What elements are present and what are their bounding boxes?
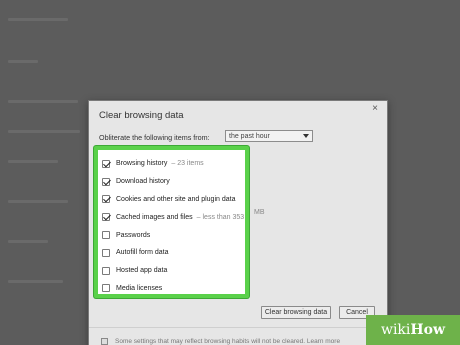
clear-browsing-data-button[interactable]: Clear browsing data — [261, 306, 331, 319]
watermark-wiki: wiki — [380, 322, 411, 338]
wikihow-watermark: wiki How — [366, 315, 460, 345]
checklist-item-label: Cached images and files — [116, 213, 193, 221]
checklist-item-label: Browsing history — [116, 160, 168, 168]
cache-size-overflow-note: MB — [254, 209, 265, 216]
checkbox[interactable] — [102, 248, 110, 257]
background-line — [8, 200, 68, 203]
time-range-value: the past hour — [229, 132, 270, 140]
checklist-item-label: Download history — [116, 178, 170, 186]
dialog-title: Clear browsing data — [99, 110, 184, 121]
checklist-item-autofill[interactable]: Autofill form data — [102, 244, 241, 262]
checkbox[interactable] — [102, 177, 110, 186]
watermark-how: How — [410, 322, 446, 338]
footer-divider — [89, 327, 387, 328]
clear-browsing-data-dialog: Clear browsing data × Obliterate the fol… — [88, 100, 388, 345]
checklist-item-browsing-history[interactable]: Browsing history – 23 items — [102, 155, 241, 173]
time-range-select[interactable]: the past hour — [225, 130, 313, 142]
background-line — [8, 130, 80, 133]
obliterate-label: Obliterate the following items from: — [99, 132, 210, 142]
footer-text: Some settings that may reflect browsing … — [115, 338, 341, 345]
checklist-item-media-licenses[interactable]: Media licenses — [102, 280, 241, 298]
checklist-item-hosted-app-data[interactable]: Hosted app data — [102, 262, 241, 280]
checklist-item-cookies[interactable]: Cookies and other site and plugin data — [102, 191, 241, 209]
checkbox[interactable] — [102, 231, 110, 240]
background-line — [8, 18, 68, 21]
checklist-item-label: Media licenses — [116, 284, 163, 292]
chevron-down-icon — [303, 134, 309, 138]
checklist-item-note: – less than 353 — [196, 213, 245, 221]
checkbox[interactable] — [102, 213, 110, 222]
background-line — [8, 240, 48, 243]
background-line — [8, 60, 38, 63]
checklist-item-download-history[interactable]: Download history — [102, 173, 241, 191]
checkbox[interactable] — [102, 266, 110, 275]
background-line — [8, 280, 63, 283]
checklist-item-label: Hosted app data — [116, 267, 168, 275]
checklist-item-label: Passwords — [116, 231, 151, 239]
checkbox[interactable] — [102, 195, 110, 204]
checklist-item-note: – 23 items — [171, 160, 204, 168]
background-line — [8, 160, 58, 163]
checklist-item-cached-images[interactable]: Cached images and files – less than 353 — [102, 208, 245, 226]
checklist-item-label: Autofill form data — [116, 249, 169, 257]
checklist-item-label: Cookies and other site and plugin data — [116, 195, 236, 203]
checklist-item-passwords[interactable]: Passwords — [102, 226, 241, 244]
checkbox[interactable] — [102, 159, 110, 168]
checkbox[interactable] — [102, 284, 110, 293]
obliterate-row: Obliterate the following items from: the… — [99, 130, 313, 143]
footer-checkbox[interactable] — [101, 338, 108, 345]
background-line — [8, 100, 78, 103]
close-icon[interactable]: × — [369, 103, 381, 115]
data-type-checklist: Browsing history – 23 items Download his… — [94, 146, 249, 298]
